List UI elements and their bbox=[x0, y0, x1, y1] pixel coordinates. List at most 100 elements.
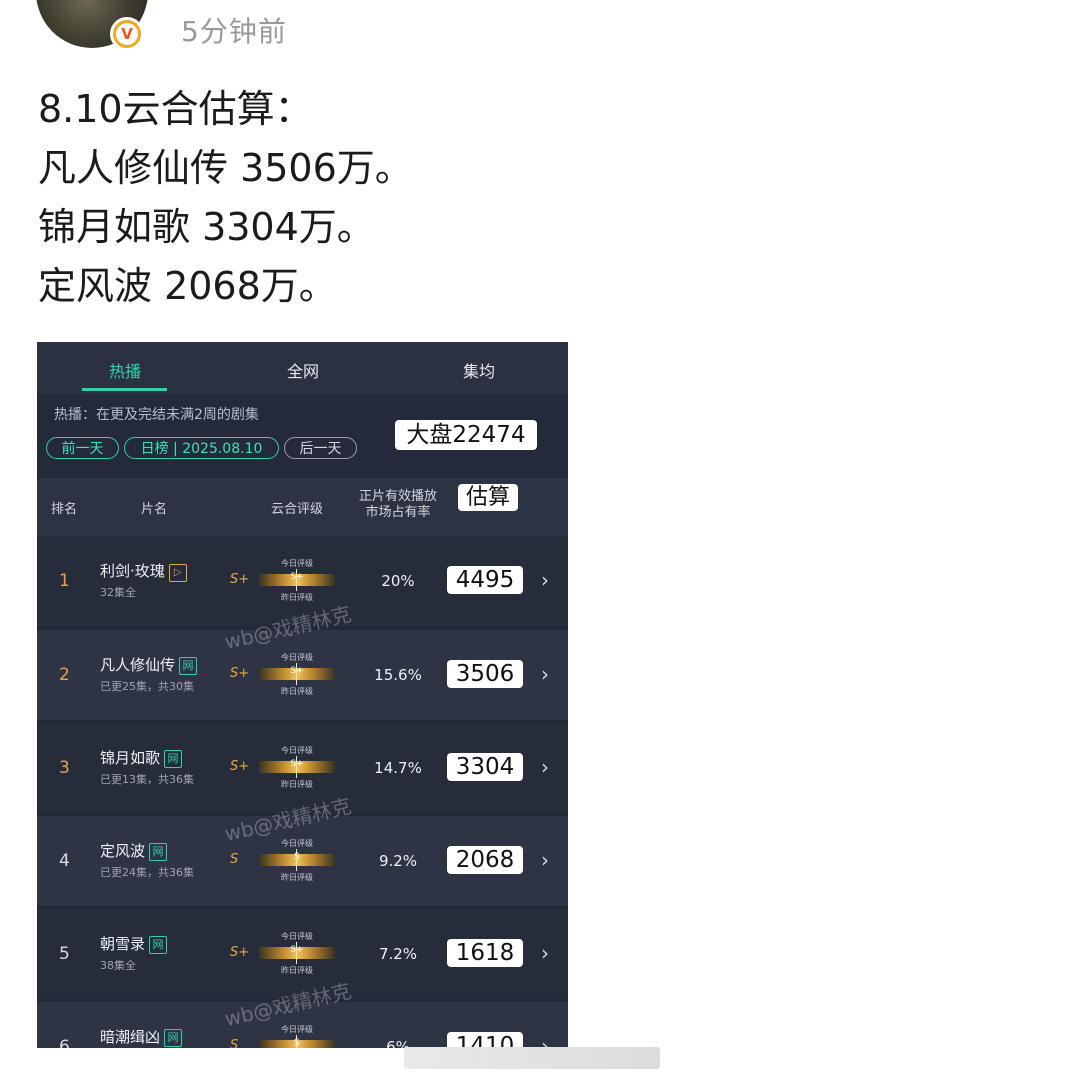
row-grade: S+ bbox=[230, 572, 250, 587]
row-grade: S+ bbox=[230, 759, 250, 774]
post-text: 8.10云合估算： 凡人修仙传 3506万。 锦月如歌 3304万。 定风波 2… bbox=[38, 80, 413, 316]
chevron-right-icon[interactable]: › bbox=[541, 568, 549, 592]
network-exclusive-icon: 网 bbox=[164, 1029, 183, 1047]
row-share: 9.2% bbox=[378, 852, 418, 870]
gauge-yesterday-label: 昨日评级 bbox=[281, 687, 313, 696]
row-title-text: 朝雪录 bbox=[100, 935, 146, 953]
row-title: 锦月如歌网 bbox=[100, 747, 183, 768]
tab-hot[interactable]: 热播 bbox=[80, 358, 170, 382]
row-title: 凡人修仙传网 bbox=[100, 654, 198, 675]
row-grade: S bbox=[230, 1038, 239, 1048]
gauge-today-label: 今日评级 bbox=[281, 932, 313, 941]
play-badge-icon: ▷ bbox=[168, 564, 187, 582]
network-exclusive-icon: 网 bbox=[179, 657, 198, 675]
table-row[interactable]: 5 朝雪录网 38集全 S+ 今日评级 S+ 昨日评级 7.2% 1618 › bbox=[37, 909, 568, 999]
row-title-text: 暗潮缉凶 bbox=[100, 1028, 161, 1046]
row-episodes: 32集全 bbox=[100, 586, 136, 599]
header-estimate: 估算 bbox=[458, 484, 518, 511]
gauge-grade: S bbox=[294, 1038, 300, 1048]
row-share: 20% bbox=[381, 572, 415, 590]
rating-gauge: 今日评级 S+ 昨日评级 bbox=[256, 739, 338, 795]
row-grade: S bbox=[230, 852, 239, 867]
prev-day-button[interactable]: 前一天 bbox=[46, 437, 119, 459]
chevron-right-icon[interactable]: › bbox=[541, 755, 549, 779]
row-episodes: 已更25集，共30集 bbox=[100, 680, 194, 693]
verified-badge-icon: V bbox=[110, 17, 144, 51]
row-title-text: 定风波 bbox=[100, 842, 146, 860]
row-title-text: 锦月如歌 bbox=[100, 749, 161, 767]
row-episodes: 已更24集，共36集 bbox=[100, 866, 194, 879]
gauge-grade: S+ bbox=[290, 666, 304, 676]
rating-gauge: 今日评级 S+ 昨日评级 bbox=[256, 552, 338, 608]
row-grade: S+ bbox=[230, 666, 250, 681]
row-episodes: 38集全 bbox=[100, 959, 136, 972]
row-share: 14.7% bbox=[374, 759, 422, 777]
table-row[interactable]: 1 利剑·玫瑰 ▷ 32集全 S+ 今日评级 S+ 昨日评级 20% 4495 › bbox=[37, 536, 568, 626]
market-total-label: 大盘22474 bbox=[395, 420, 537, 450]
table-row[interactable]: 4 定风波网已更24集，共36集 S 今日评级 S 昨日评级 9.2% 2068 › bbox=[37, 816, 568, 906]
tab-all-network[interactable]: 全网 bbox=[258, 358, 348, 382]
gauge-yesterday-label: 昨日评级 bbox=[281, 593, 313, 602]
row-rank: 4 bbox=[59, 851, 70, 871]
row-title-text: 利剑·玫瑰 bbox=[100, 562, 165, 580]
gauge-grade: S+ bbox=[290, 945, 304, 955]
post-line: 定风波 2068万。 bbox=[38, 264, 337, 308]
table-row[interactable]: 6暗潮缉凶网S今日评级S昨日评级6%1410› bbox=[37, 1002, 568, 1048]
tab-per-episode[interactable]: 集均 bbox=[434, 358, 524, 382]
row-title: 暗潮缉凶网 bbox=[100, 1026, 183, 1047]
row-estimate: 1618 bbox=[447, 939, 523, 967]
row-share: 7.2% bbox=[378, 945, 418, 963]
row-grade: S+ bbox=[230, 945, 250, 960]
header-share: 正片有效播放市场占有率 bbox=[358, 489, 437, 520]
gauge-yesterday-label: 昨日评级 bbox=[281, 966, 313, 975]
next-day-button[interactable]: 后一天 bbox=[284, 437, 357, 459]
network-exclusive-icon: 网 bbox=[149, 843, 168, 861]
row-estimate: 3506 bbox=[447, 660, 523, 688]
row-title: 朝雪录网 bbox=[100, 933, 168, 954]
row-rank: 6 bbox=[59, 1037, 70, 1048]
redaction-bar bbox=[404, 1047, 660, 1069]
chevron-right-icon[interactable]: › bbox=[541, 662, 549, 686]
gauge-today-label: 今日评级 bbox=[281, 559, 313, 568]
gauge-grade: S+ bbox=[290, 759, 304, 769]
row-title: 定风波网 bbox=[100, 840, 168, 861]
network-exclusive-icon: 网 bbox=[149, 936, 168, 954]
row-estimate: 4495 bbox=[447, 566, 523, 594]
ranking-screenshot[interactable]: 热播 全网 集均 热播：在更及完结未满2周的剧集 前一天 日榜 | 2025.0… bbox=[37, 342, 568, 1048]
post-line: 凡人修仙传 3506万。 bbox=[38, 146, 413, 190]
rating-gauge: 今日评级 S+ 昨日评级 bbox=[256, 646, 338, 702]
post-time: 5分钟前 bbox=[181, 15, 287, 48]
gauge-today-label: 今日评级 bbox=[281, 653, 313, 662]
row-rank: 3 bbox=[59, 758, 70, 778]
table-row[interactable]: 3 锦月如歌网已更13集，共36集 S+ 今日评级 S+ 昨日评级 14.7% 3304 › bbox=[37, 723, 568, 813]
row-estimate: 3304 bbox=[447, 753, 523, 781]
gauge-today-label: 今日评级 bbox=[281, 746, 313, 755]
row-share: 15.6% bbox=[374, 666, 422, 684]
rating-gauge: 今日评级 S+ 昨日评级 bbox=[256, 925, 338, 981]
row-estimate: 2068 bbox=[447, 846, 523, 874]
gauge-yesterday-label: 昨日评级 bbox=[281, 873, 313, 882]
row-episodes: 已更13集，共36集 bbox=[100, 773, 194, 786]
ranking-tabs: 热播 全网 集均 bbox=[37, 342, 568, 394]
row-rank: 5 bbox=[59, 944, 70, 964]
gauge-today-label: 今日评级 bbox=[281, 1025, 313, 1034]
row-title-text: 凡人修仙传 bbox=[100, 656, 176, 674]
chevron-right-icon[interactable]: › bbox=[541, 848, 549, 872]
gauge-grade: S+ bbox=[290, 572, 304, 582]
network-exclusive-icon: 网 bbox=[164, 750, 183, 768]
header-rating: 云合评级 bbox=[270, 502, 323, 517]
rating-gauge: 今日评级 S 昨日评级 bbox=[256, 832, 338, 888]
header-rank: 排名 bbox=[50, 502, 77, 517]
chevron-right-icon[interactable]: › bbox=[541, 941, 549, 965]
table-row[interactable]: 2 凡人修仙传网已更25集，共30集 S+ 今日评级 S+ 昨日评级 15.6% 3506 › bbox=[37, 630, 568, 720]
gauge-grade: S bbox=[294, 852, 300, 862]
post-line: 8.10云合估算： bbox=[38, 87, 313, 131]
row-title: 利剑·玫瑰 ▷ bbox=[100, 560, 187, 582]
post-line: 锦月如歌 3304万。 bbox=[38, 205, 375, 249]
chevron-right-icon[interactable]: › bbox=[541, 1034, 549, 1048]
row-rank: 1 bbox=[59, 571, 70, 591]
gauge-today-label: 今日评级 bbox=[281, 839, 313, 848]
row-rank: 2 bbox=[59, 665, 70, 685]
date-selector[interactable]: 日榜 | 2025.08.10 bbox=[124, 437, 279, 459]
gauge-yesterday-label: 昨日评级 bbox=[281, 780, 313, 789]
